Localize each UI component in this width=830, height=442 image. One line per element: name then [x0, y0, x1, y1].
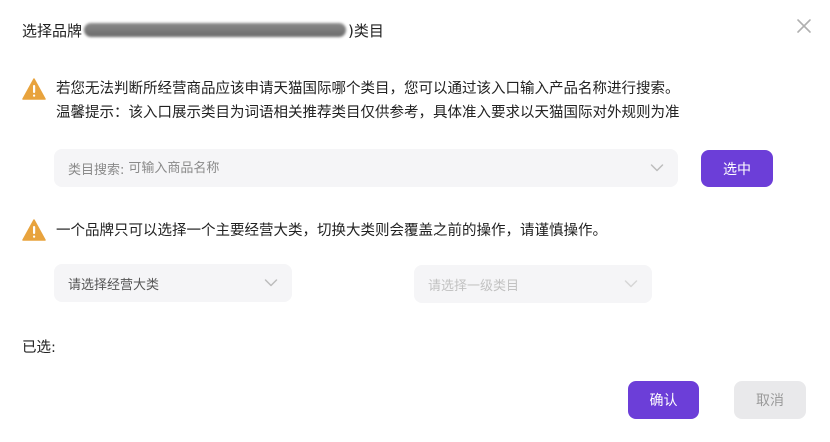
dialog-title-suffix: )类目 [348, 21, 384, 40]
category-search-input[interactable] [126, 159, 650, 177]
chevron-down-icon [624, 280, 638, 288]
cancel-button[interactable]: 取消 [734, 381, 806, 419]
level1-category-select[interactable]: 请选择一级类目 [414, 265, 652, 303]
search-notice-line2: 温馨提示：该入口展示类目为词语相关推荐类目仅供参考，具体准入要求以天猫国际对外规… [56, 105, 680, 121]
category-warning: 一个品牌只可以选择一个主要经营大类，切换大类则会覆盖之前的操作，请谨慎操作。 [22, 219, 607, 243]
confirm-button[interactable]: 确认 [628, 381, 699, 419]
search-notice-text: 若您无法判断所经营商品应该申请天猫国际哪个类目，您可以通过该入口输入产品名称进行… [56, 77, 680, 125]
category-warning-text: 一个品牌只可以选择一个主要经营大类，切换大类则会覆盖之前的操作，请谨慎操作。 [56, 223, 607, 239]
main-category-placeholder: 请选择经营大类 [68, 277, 160, 293]
search-notice: 若您无法判断所经营商品应该申请天猫国际哪个类目，您可以通过该入口输入产品名称进行… [22, 77, 680, 125]
chevron-down-icon[interactable] [650, 163, 664, 173]
selected-categories-label: 已选: [22, 340, 56, 356]
dialog-title-prefix: 选择品牌 [22, 21, 83, 40]
search-notice-line1: 若您无法判断所经营商品应该申请天猫国际哪个类目，您可以通过该入口输入产品名称进行… [56, 81, 680, 97]
category-search-label: 类目搜索: [68, 162, 125, 178]
chevron-down-icon [264, 279, 278, 287]
level1-category-placeholder: 请选择一级类目 [428, 278, 520, 294]
select-brand-category-dialog: 选择品牌 )类目 若您无法判断所经营商品应该申请天猫国际哪个类目，您可以通过该入… [0, 0, 830, 442]
main-category-select[interactable]: 请选择经营大类 [54, 264, 292, 302]
warning-triangle-icon [22, 78, 46, 100]
close-icon[interactable] [794, 16, 814, 36]
dialog-title: 选择品牌 )类目 [22, 18, 384, 42]
redacted-brand-name [84, 23, 347, 37]
select-category-button[interactable]: 选中 [701, 150, 773, 187]
category-search-field[interactable]: 类目搜索: [54, 149, 678, 187]
warning-triangle-icon [22, 219, 46, 241]
